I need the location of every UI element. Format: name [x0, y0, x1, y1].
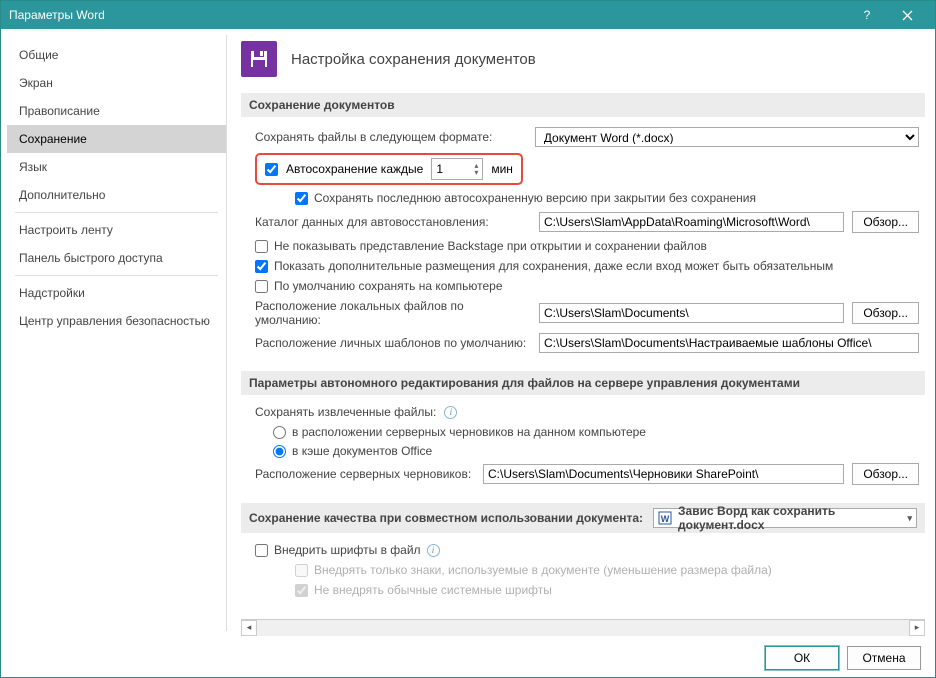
embed-fonts-label: Внедрить шрифты в файл	[274, 543, 421, 557]
page-title: Настройка сохранения документов	[291, 51, 536, 68]
save-format-label: Сохранять файлы в следующем формате:	[255, 130, 527, 144]
horizontal-scrollbar[interactable]: ◂ ▸	[241, 619, 925, 635]
close-icon[interactable]	[887, 1, 927, 29]
default-local-browse-button[interactable]: Обзор...	[852, 302, 919, 324]
sidebar-item-general[interactable]: Общие	[7, 41, 226, 69]
sidebar-item-quick-access[interactable]: Панель быстрого доступа	[7, 244, 226, 272]
chevron-down-icon: ▾	[907, 513, 912, 524]
save-to-computer-label: По умолчанию сохранять на компьютере	[274, 279, 503, 293]
save-heading-icon	[241, 41, 277, 77]
default-templates-path-label: Расположение личных шаблонов по умолчани…	[255, 336, 531, 350]
server-drafts-browse-button[interactable]: Обзор...	[852, 463, 919, 485]
scroll-left-icon[interactable]: ◂	[241, 620, 257, 636]
autosave-unit: мин	[491, 162, 513, 176]
document-select-label: Завис Ворд как сохранить документ.docx	[678, 504, 901, 532]
sidebar-item-customize-ribbon[interactable]: Настроить ленту	[7, 216, 226, 244]
sidebar-item-language[interactable]: Язык	[7, 153, 226, 181]
save-to-computer-checkbox[interactable]	[255, 280, 268, 293]
default-templates-path-input[interactable]	[539, 333, 919, 353]
no-backstage-label: Не показывать представление Backstage пр…	[274, 239, 707, 253]
spin-icon[interactable]: ▴▾	[474, 162, 478, 176]
svg-text:W: W	[661, 514, 670, 524]
show-additional-label: Показать дополнительные размещения для с…	[274, 259, 833, 273]
embed-chars-checkbox	[295, 564, 308, 577]
office-cache-radio[interactable]	[273, 445, 286, 458]
section-title-sharing: Сохранение качества при совместном испол…	[241, 503, 925, 533]
category-sidebar: Общие Экран Правописание Сохранение Язык…	[7, 35, 227, 631]
section-title-offline: Параметры автономного редактирования для…	[241, 371, 925, 395]
embed-chars-label: Внедрять только знаки, используемые в до…	[314, 563, 772, 577]
embed-fonts-checkbox[interactable]	[255, 544, 268, 557]
keep-last-autosave-label: Сохранять последнюю автосохраненную верс…	[314, 191, 756, 205]
title-bar: Параметры Word ?	[1, 1, 935, 29]
page-heading: Настройка сохранения документов	[241, 41, 925, 77]
save-format-select[interactable]: Документ Word (*.docx)	[535, 127, 919, 147]
server-drafts-radio-label: в расположении серверных черновиков на д…	[292, 425, 646, 439]
save-checked-out-label: Сохранять извлеченные файлы:	[255, 405, 436, 419]
word-doc-icon: W	[658, 511, 672, 525]
no-system-fonts-checkbox	[295, 584, 308, 597]
keep-last-autosave-checkbox[interactable]	[295, 192, 308, 205]
autosave-checkbox[interactable]	[265, 163, 278, 176]
autosave-minutes-input[interactable]: 1 ▴▾	[431, 158, 483, 180]
ok-button[interactable]: ОК	[765, 646, 839, 670]
sidebar-item-display[interactable]: Экран	[7, 69, 226, 97]
autosave-highlight: Автосохранение каждые 1 ▴▾ мин	[255, 153, 523, 185]
section-title-save: Сохранение документов	[241, 93, 925, 117]
help-icon[interactable]: ?	[847, 1, 887, 29]
default-local-path-label: Расположение локальных файлов по умолчан…	[255, 299, 531, 327]
default-local-path-input[interactable]	[539, 303, 844, 323]
window-title: Параметры Word	[9, 8, 847, 22]
info-icon[interactable]: i	[444, 406, 457, 419]
document-select[interactable]: W Завис Ворд как сохранить документ.docx…	[653, 508, 917, 528]
office-cache-radio-label: в кэше документов Office	[292, 444, 432, 458]
autosave-label: Автосохранение каждые	[286, 162, 423, 176]
main-panel: Настройка сохранения документов Сохранен…	[227, 29, 935, 637]
sidebar-item-trust-center[interactable]: Центр управления безопасностью	[7, 307, 226, 335]
server-drafts-path-input[interactable]	[483, 464, 844, 484]
server-drafts-path-label: Расположение серверных черновиков:	[255, 467, 475, 481]
no-system-fonts-label: Не внедрять обычные системные шрифты	[314, 583, 552, 597]
no-backstage-checkbox[interactable]	[255, 240, 268, 253]
cancel-button[interactable]: Отмена	[847, 646, 921, 670]
sidebar-item-save[interactable]: Сохранение	[7, 125, 226, 153]
show-additional-checkbox[interactable]	[255, 260, 268, 273]
scroll-right-icon[interactable]: ▸	[909, 620, 925, 636]
autorecover-browse-button[interactable]: Обзор...	[852, 211, 919, 233]
server-drafts-radio[interactable]	[273, 426, 286, 439]
autorecover-path-label: Каталог данных для автовосстановления:	[255, 215, 531, 229]
info-icon[interactable]: i	[427, 544, 440, 557]
sidebar-item-advanced[interactable]: Дополнительно	[7, 181, 226, 209]
dialog-footer: ОК Отмена	[1, 637, 935, 677]
autorecover-path-input[interactable]	[539, 212, 844, 232]
sidebar-item-addins[interactable]: Надстройки	[7, 279, 226, 307]
sidebar-item-proofing[interactable]: Правописание	[7, 97, 226, 125]
